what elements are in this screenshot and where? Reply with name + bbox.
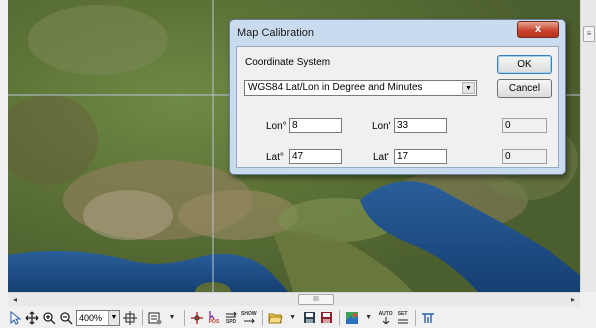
save-icon[interactable] [303, 310, 317, 326]
cancel-button[interactable]: Cancel [497, 79, 552, 98]
pointer-icon[interactable] [8, 310, 22, 326]
scroll-right-arrow-icon[interactable]: ▸ [566, 293, 580, 306]
scroll-left-arrow-icon[interactable]: ◂ [8, 293, 22, 306]
fit-view-icon[interactable] [123, 310, 137, 326]
lat-degree-input[interactable]: 47 [289, 149, 342, 164]
lon-minute-input[interactable]: 33 [394, 118, 447, 133]
pan-icon[interactable] [25, 310, 39, 326]
vertical-scrollbar-thumb[interactable]: ≡ [583, 26, 595, 42]
bottom-toolbar: 400% ▼ ▼ POS SPD SHOW ▼ ▼ AUTO SET [0, 307, 596, 328]
lat-second-readout: 0 [502, 149, 547, 164]
auto-tool-icon[interactable]: AUTO [379, 310, 393, 326]
properties-icon[interactable] [148, 310, 162, 326]
save-as-icon[interactable] [320, 310, 334, 326]
horizontal-scrollbar-thumb[interactable]: III [298, 294, 334, 305]
coordinate-system-label: Coordinate System [245, 57, 331, 68]
zoom-level-value: 400% [79, 312, 103, 323]
position-tool-icon[interactable]: POS [207, 310, 221, 326]
toolbar-separator [184, 309, 185, 326]
chevron-down-icon[interactable]: ▼ [286, 310, 300, 326]
close-button[interactable]: x [517, 21, 559, 38]
lon-minute-label: Lon' [372, 121, 391, 132]
dialog-body: Coordinate System WGS84 Lat/Lon in Degre… [236, 46, 559, 168]
speed-tool-icon[interactable]: SPD [224, 310, 238, 326]
pos-label: POS [208, 319, 220, 325]
lon-second-readout: 0 [502, 118, 547, 133]
chevron-down-icon[interactable]: ▼ [108, 310, 119, 325]
ok-button[interactable]: OK [497, 55, 552, 74]
map-layers-icon[interactable] [345, 310, 359, 326]
zoom-level-select[interactable]: 400% ▼ [76, 309, 120, 326]
toolbar-separator [414, 309, 416, 326]
horizontal-scrollbar[interactable]: ◂ III ▸ [8, 292, 580, 306]
coordinate-system-value: WGS84 Lat/Lon in Degree and Minutes [248, 82, 423, 93]
toolbar-separator [142, 309, 143, 326]
vertical-scrollbar[interactable]: ≡ [580, 0, 596, 292]
toolbar-separator [261, 309, 263, 326]
lat-minute-label: Lat' [373, 152, 389, 163]
zoom-in-icon[interactable] [42, 310, 56, 326]
chevron-down-icon[interactable]: ▼ [462, 82, 475, 94]
open-folder-icon[interactable] [267, 310, 283, 326]
lat-minute-input[interactable]: 17 [394, 149, 447, 164]
set-tool-icon[interactable]: SET [396, 310, 410, 326]
lon-degree-input[interactable]: 8 [289, 118, 342, 133]
coordinate-system-select[interactable]: WGS84 Lat/Lon in Degree and Minutes ▼ [244, 80, 477, 96]
lon-degree-label: Lon° [266, 121, 287, 132]
toolbar-separator [338, 309, 340, 326]
spd-label: SPD [225, 318, 237, 325]
crosshair-icon[interactable] [190, 310, 204, 326]
chevron-down-icon[interactable]: ▼ [165, 310, 179, 326]
chevron-down-icon[interactable]: ▼ [362, 310, 376, 326]
dialog-title: Map Calibration [237, 27, 315, 39]
show-tool-icon[interactable]: SHOW [241, 310, 257, 326]
measure-icon[interactable] [421, 310, 435, 326]
lat-degree-label: Lat° [266, 152, 284, 163]
dialog-titlebar[interactable]: Map Calibration x [230, 20, 565, 44]
zoom-out-icon[interactable] [59, 310, 73, 326]
map-calibration-dialog: Map Calibration x Coordinate System WGS8… [229, 19, 566, 175]
